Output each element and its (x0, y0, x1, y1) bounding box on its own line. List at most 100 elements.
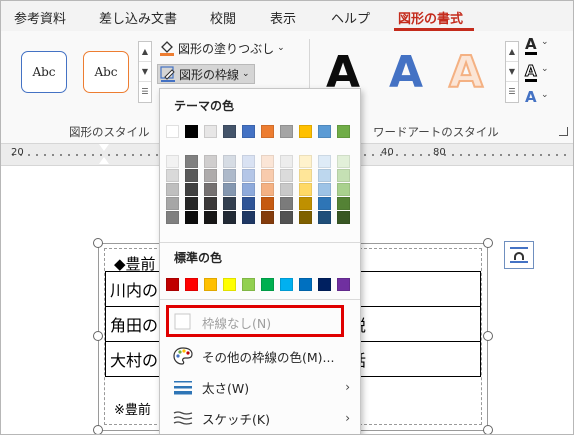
theme-shade-swatch[interactable] (223, 155, 236, 168)
theme-shade-swatch[interactable] (166, 197, 179, 210)
resize-handle[interactable] (93, 425, 103, 434)
tab-references[interactable]: 参考資料 (14, 8, 66, 27)
theme-shade-swatch[interactable] (337, 155, 350, 168)
theme-shade-swatch[interactable] (261, 211, 274, 224)
theme-shade-swatch[interactable] (261, 197, 274, 210)
theme-shade-swatch[interactable] (166, 183, 179, 196)
theme-shade-swatch[interactable] (280, 211, 293, 224)
text-fill-button[interactable]: A ⌄ (525, 35, 549, 55)
theme-shade-swatch[interactable] (318, 183, 331, 196)
gallery-up-icon[interactable]: ▲ (506, 42, 518, 62)
theme-shade-swatch[interactable] (337, 211, 350, 224)
theme-shade-swatch[interactable] (261, 155, 274, 168)
weight-menu-item[interactable]: 太さ(W) › (160, 373, 360, 401)
theme-shade-swatch[interactable] (337, 169, 350, 182)
theme-shade-swatch[interactable] (318, 169, 331, 182)
first-line-indent-marker[interactable] (99, 144, 109, 151)
standard-color-swatch[interactable] (337, 278, 350, 291)
resize-handle[interactable] (483, 331, 493, 341)
theme-color-swatch[interactable] (204, 125, 217, 138)
resize-handle[interactable] (483, 425, 493, 434)
layout-options-button[interactable] (504, 241, 534, 269)
standard-color-swatch[interactable] (242, 278, 255, 291)
theme-shade-swatch[interactable] (223, 183, 236, 196)
theme-color-swatch[interactable] (166, 125, 179, 138)
text-outline-button[interactable]: A ⌄ (525, 62, 549, 82)
resize-handle[interactable] (483, 238, 493, 248)
theme-color-swatch[interactable] (280, 125, 293, 138)
theme-shade-swatch[interactable] (337, 183, 350, 196)
theme-shade-swatch[interactable] (261, 169, 274, 182)
shape-outline-button[interactable]: 図形の枠線 ⌄ (157, 64, 255, 84)
theme-color-swatch[interactable] (318, 125, 331, 138)
shape-fill-button[interactable]: 図形の塗りつぶし ⌄ (159, 38, 285, 58)
shape-style-blue[interactable]: Abc (21, 51, 67, 93)
theme-shade-swatch[interactable] (318, 155, 331, 168)
theme-color-swatch[interactable] (242, 125, 255, 138)
theme-shade-swatch[interactable] (204, 197, 217, 210)
theme-shade-swatch[interactable] (166, 211, 179, 224)
sketch-menu-item[interactable]: スケッチ(K) › (160, 404, 360, 432)
theme-shade-swatch[interactable] (299, 155, 312, 168)
dialog-launcher-icon[interactable] (559, 127, 568, 136)
theme-shade-swatch[interactable] (299, 169, 312, 182)
theme-shade-swatch[interactable] (337, 197, 350, 210)
theme-shade-swatch[interactable] (204, 169, 217, 182)
theme-shade-swatch[interactable] (185, 197, 198, 210)
theme-shade-swatch[interactable] (299, 183, 312, 196)
theme-shade-swatch[interactable] (204, 183, 217, 196)
gallery-down-icon[interactable]: ▼ (506, 62, 518, 82)
resize-handle[interactable] (93, 331, 103, 341)
tab-help[interactable]: ヘルプ (331, 8, 370, 27)
theme-color-swatch[interactable] (185, 125, 198, 138)
gallery-more-icon[interactable]: ☰ (139, 82, 151, 102)
standard-color-swatch[interactable] (204, 278, 217, 291)
theme-shade-swatch[interactable] (242, 155, 255, 168)
theme-shade-swatch[interactable] (299, 197, 312, 210)
standard-color-swatch[interactable] (299, 278, 312, 291)
theme-shade-swatch[interactable] (166, 169, 179, 182)
tab-shape-format[interactable]: 図形の書式 (398, 8, 463, 27)
theme-shade-swatch[interactable] (166, 155, 179, 168)
gallery-down-icon[interactable]: ▼ (139, 62, 151, 82)
tab-review[interactable]: 校閲 (210, 8, 236, 27)
theme-shade-swatch[interactable] (280, 155, 293, 168)
standard-color-swatch[interactable] (280, 278, 293, 291)
theme-color-swatch[interactable] (337, 125, 350, 138)
wordart-sample-orange[interactable]: A (448, 48, 484, 98)
theme-color-swatch[interactable] (299, 125, 312, 138)
shape-style-orange[interactable]: Abc (83, 51, 129, 93)
wordart-gallery-scroll[interactable]: ▲ ▼ ☰ (505, 41, 519, 103)
theme-shade-swatch[interactable] (280, 169, 293, 182)
theme-shade-swatch[interactable] (280, 197, 293, 210)
theme-shade-swatch[interactable] (204, 155, 217, 168)
theme-shade-swatch[interactable] (242, 183, 255, 196)
wordart-sample-blue[interactable]: A (389, 49, 423, 97)
theme-shade-swatch[interactable] (185, 183, 198, 196)
theme-color-swatch[interactable] (223, 125, 236, 138)
theme-shade-swatch[interactable] (299, 211, 312, 224)
theme-shade-swatch[interactable] (280, 183, 293, 196)
tab-view[interactable]: 表示 (270, 8, 296, 27)
theme-color-swatch[interactable] (261, 125, 274, 138)
standard-color-swatch[interactable] (223, 278, 236, 291)
theme-shade-swatch[interactable] (242, 211, 255, 224)
theme-shade-swatch[interactable] (223, 169, 236, 182)
theme-shade-swatch[interactable] (223, 197, 236, 210)
gallery-up-icon[interactable]: ▲ (139, 42, 151, 62)
standard-color-swatch[interactable] (261, 278, 274, 291)
theme-shade-swatch[interactable] (204, 211, 217, 224)
theme-shade-swatch[interactable] (185, 169, 198, 182)
shape-style-gallery-scroll[interactable]: ▲ ▼ ☰ (138, 41, 152, 103)
text-effects-button[interactable]: A ⌄ (525, 88, 549, 106)
theme-shade-swatch[interactable] (318, 211, 331, 224)
theme-shade-swatch[interactable] (185, 155, 198, 168)
theme-shade-swatch[interactable] (242, 197, 255, 210)
standard-color-swatch[interactable] (166, 278, 179, 291)
standard-color-swatch[interactable] (318, 278, 331, 291)
theme-shade-swatch[interactable] (318, 197, 331, 210)
more-outline-colors-menu-item[interactable]: その他の枠線の色(M)... (160, 342, 360, 370)
resize-handle[interactable] (93, 238, 103, 248)
theme-shade-swatch[interactable] (185, 211, 198, 224)
standard-color-swatch[interactable] (185, 278, 198, 291)
